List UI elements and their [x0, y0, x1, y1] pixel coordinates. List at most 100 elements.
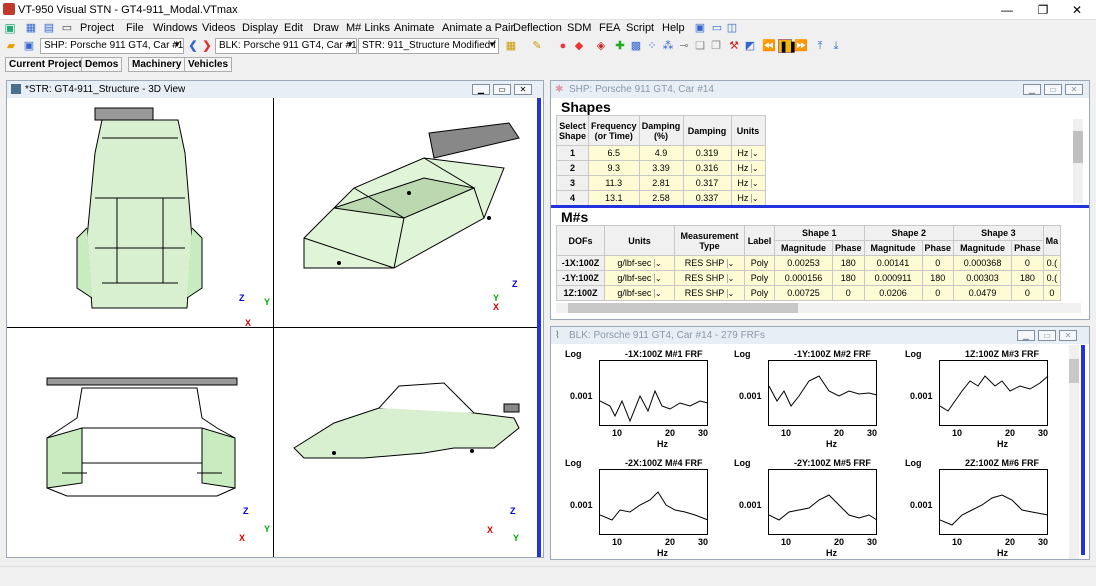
menu-mlinks[interactable]: M# Links: [346, 22, 390, 34]
points-icon[interactable]: ⁘: [645, 39, 659, 53]
add-icon[interactable]: ✚: [613, 39, 627, 53]
frequency-cell[interactable]: 6.5: [588, 145, 640, 161]
close-button[interactable]: ✕: [514, 84, 532, 95]
overflow-cell[interactable]: 0: [1042, 285, 1062, 301]
menu-videos[interactable]: Videos: [202, 22, 235, 34]
menu-windows[interactable]: Windows: [153, 22, 198, 34]
magnitude-cell[interactable]: 0.0206: [863, 285, 923, 301]
damping-cell[interactable]: 0.319: [682, 145, 732, 161]
chevron-down-icon[interactable]: ⌄: [750, 179, 759, 188]
restore-button[interactable]: ▭: [1038, 330, 1056, 341]
project-icon[interactable]: ▣: [22, 39, 36, 53]
demos-button[interactable]: Demos: [81, 57, 123, 72]
scrollbar-thumb[interactable]: [568, 303, 798, 313]
minimize-button[interactable]: —: [992, 2, 1022, 18]
record-icon[interactable]: ●: [556, 39, 570, 53]
damping-cell[interactable]: 0.316: [682, 160, 732, 176]
frequency-cell[interactable]: 11.3: [588, 175, 640, 191]
chevron-down-icon[interactable]: ⌄: [726, 289, 735, 298]
minimize-button[interactable]: ▁: [472, 84, 490, 95]
phase-cell[interactable]: 0: [832, 285, 865, 301]
damping-pct-cell[interactable]: 3.39: [638, 160, 684, 176]
menu-edit[interactable]: Edit: [284, 22, 303, 34]
units-cell[interactable]: g/lbf-sec ⌄: [604, 255, 675, 271]
units-cell[interactable]: Hz ⌄: [730, 145, 766, 161]
shape-icon[interactable]: ◆: [572, 39, 586, 53]
units-cell[interactable]: Hz ⌄: [730, 175, 766, 191]
back-arrow-icon[interactable]: ❮: [186, 39, 200, 53]
units-cell[interactable]: g/lbf-sec ⌄: [604, 285, 675, 301]
damping-pct-cell[interactable]: 2.58: [638, 190, 684, 206]
units-cell[interactable]: g/lbf-sec ⌄: [604, 270, 675, 286]
table-row[interactable]: 1Z:100Z g/lbf-sec ⌄ RES SHP ⌄ Poly 0.00725 0 0…: [556, 285, 1062, 301]
grid-icon[interactable]: ▦: [24, 21, 38, 35]
chevron-down-icon[interactable]: ⌄: [726, 259, 735, 268]
menu-draw[interactable]: Draw: [313, 22, 339, 34]
nodes-icon[interactable]: ⁂: [661, 39, 675, 53]
mesh-icon[interactable]: ▩: [629, 39, 643, 53]
shape-number[interactable]: 3: [556, 175, 589, 191]
chart-icon[interactable]: ◩: [743, 39, 757, 53]
magnitude-cell[interactable]: 0.000368: [953, 255, 1013, 271]
dof-cell[interactable]: -1X:100Z: [556, 255, 605, 271]
phase-cell[interactable]: 0: [921, 255, 955, 271]
measurement-cell[interactable]: RES SHP ⌄: [674, 255, 745, 271]
frequency-cell[interactable]: 9.3: [588, 160, 640, 176]
phase-cell[interactable]: 180: [921, 270, 955, 286]
menu-animate[interactable]: Animate: [394, 22, 434, 34]
phase-cell[interactable]: 0: [1011, 285, 1044, 301]
cube-icon[interactable]: ◈: [594, 39, 608, 53]
magnitude-cell[interactable]: 0.00303: [953, 270, 1013, 286]
chevron-down-icon[interactable]: ⌄: [750, 164, 759, 173]
phase-cell[interactable]: 180: [832, 270, 865, 286]
scrollbar-thumb[interactable]: [1069, 359, 1079, 383]
damping-pct-cell[interactable]: 4.9: [638, 145, 684, 161]
measurement-cell[interactable]: RES SHP ⌄: [674, 270, 745, 286]
chevron-down-icon[interactable]: ⌄: [653, 274, 662, 283]
dof-cell[interactable]: 1Z:100Z: [556, 285, 605, 301]
shape-number[interactable]: 1: [556, 145, 589, 161]
chevron-down-icon[interactable]: ⌄: [750, 149, 759, 158]
shp-combo[interactable]: SHP: Porsche 911 GT4, Car #14 ▼: [40, 38, 184, 54]
forward-arrow-icon[interactable]: ❯: [200, 39, 214, 53]
overflow-cell[interactable]: 0.(: [1042, 255, 1062, 271]
scrollbar[interactable]: [1073, 119, 1083, 203]
damping-cell[interactable]: 0.337: [682, 190, 732, 206]
horizontal-scrollbar[interactable]: [556, 303, 1081, 313]
measurement-cell[interactable]: RES SHP ⌄: [674, 285, 745, 301]
label-cell[interactable]: Poly: [744, 270, 775, 286]
current-project-button[interactable]: Current Project: [5, 57, 86, 72]
shape-number[interactable]: 4: [556, 190, 589, 206]
down-arrow-icon[interactable]: ⤓: [829, 39, 843, 53]
close-button[interactable]: ✕: [1059, 330, 1077, 341]
rewind-icon[interactable]: ⏪: [762, 39, 776, 53]
vehicles-button[interactable]: Vehicles: [184, 57, 233, 72]
chevron-down-icon[interactable]: ⌄: [750, 194, 759, 203]
frf-plot-area[interactable]: [939, 360, 1049, 426]
minimize-button[interactable]: ▁: [1023, 84, 1041, 95]
menu-file[interactable]: File: [126, 22, 144, 34]
restore-button[interactable]: ▭: [1044, 84, 1062, 95]
frf-plot-area[interactable]: [939, 469, 1049, 535]
magnitude-cell[interactable]: 0.0479: [953, 285, 1013, 301]
phase-cell[interactable]: 0: [1011, 255, 1044, 271]
close-button[interactable]: ✕: [1062, 2, 1092, 18]
magnitude-cell[interactable]: 0.00253: [774, 255, 833, 271]
splitter[interactable]: [551, 205, 1089, 208]
maximize-button[interactable]: ❐: [1028, 2, 1058, 18]
phase-cell[interactable]: 180: [832, 255, 865, 271]
folder-icon[interactable]: ▰: [4, 39, 18, 53]
scrollbar-thumb[interactable]: [1073, 131, 1083, 163]
frf-plot-area[interactable]: [768, 469, 878, 535]
paste-icon[interactable]: ❐: [709, 39, 723, 53]
phase-cell[interactable]: 0: [921, 285, 955, 301]
pencil-icon[interactable]: ✎: [530, 39, 544, 53]
tools-icon[interactable]: ⚒: [727, 39, 741, 53]
monitor-icon[interactable]: ▭: [60, 21, 74, 35]
menu-sdm[interactable]: SDM: [567, 22, 591, 34]
table-row[interactable]: 1 6.5 4.9 0.319 Hz ⌄: [556, 145, 766, 161]
up-arrow-icon[interactable]: ⤒: [813, 39, 827, 53]
menu-script[interactable]: Script: [626, 22, 654, 34]
magnitude-cell[interactable]: 0.000156: [774, 270, 833, 286]
save-icon[interactable]: ▣: [3, 21, 17, 35]
